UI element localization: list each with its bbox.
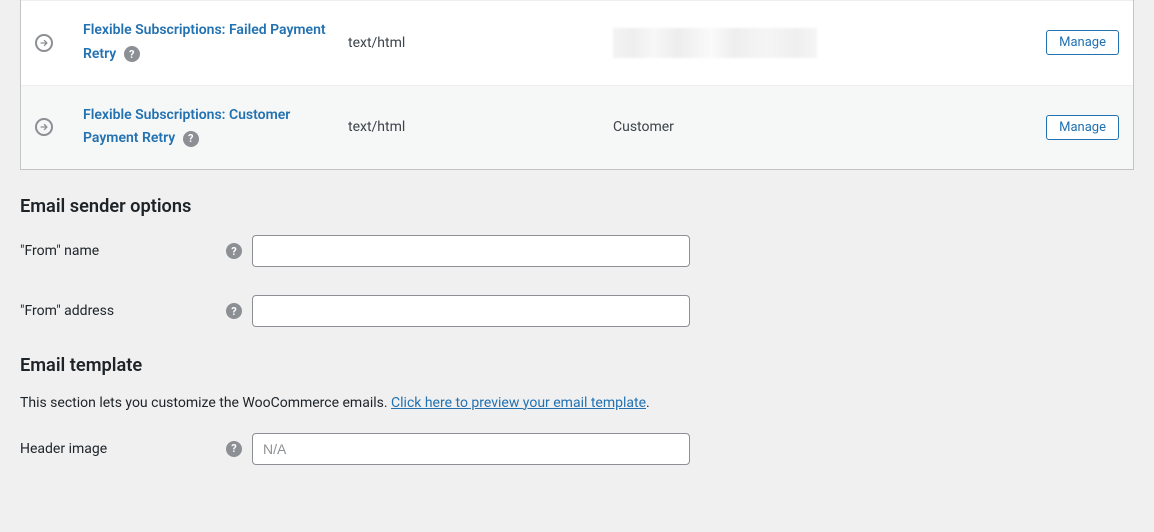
email-content-type: text/html <box>348 35 613 51</box>
help-icon[interactable]: ? <box>183 131 199 147</box>
help-icon[interactable]: ? <box>226 441 242 457</box>
email-recipient <box>613 28 1039 58</box>
from-address-input[interactable] <box>252 295 690 327</box>
redacted-content <box>613 28 817 58</box>
emails-table: Flexible Subscriptions: Failed Payment R… <box>20 0 1134 170</box>
email-template-heading: Email template <box>20 355 1134 376</box>
email-recipient: Customer <box>613 119 1039 135</box>
help-icon[interactable]: ? <box>226 303 242 319</box>
table-row: Flexible Subscriptions: Customer Payment… <box>21 85 1133 170</box>
help-icon[interactable]: ? <box>124 46 140 62</box>
manage-button[interactable]: Manage <box>1046 115 1119 140</box>
sender-options-heading: Email sender options <box>20 196 1134 217</box>
preview-template-link[interactable]: Click here to preview your email templat… <box>391 395 646 411</box>
from-address-label: "From" address <box>20 303 114 319</box>
from-name-label: "From" name <box>20 243 99 259</box>
from-name-input[interactable] <box>252 235 690 267</box>
help-icon[interactable]: ? <box>226 243 242 259</box>
header-image-label: Header image <box>20 441 107 457</box>
email-name-link[interactable]: Flexible Subscriptions: Failed Payment R… <box>83 22 326 62</box>
table-row: Flexible Subscriptions: Failed Payment R… <box>21 0 1133 85</box>
email-content-type: text/html <box>348 119 613 135</box>
status-disabled-icon <box>35 118 53 136</box>
status-disabled-icon <box>35 34 53 52</box>
manage-button[interactable]: Manage <box>1046 30 1119 55</box>
template-description: This section lets you customize the WooC… <box>20 395 1134 411</box>
sender-options-form: "From" name ? "From" address ? <box>20 235 1134 327</box>
email-template-form: Header image ? <box>20 433 1134 465</box>
header-image-input[interactable] <box>252 433 690 465</box>
